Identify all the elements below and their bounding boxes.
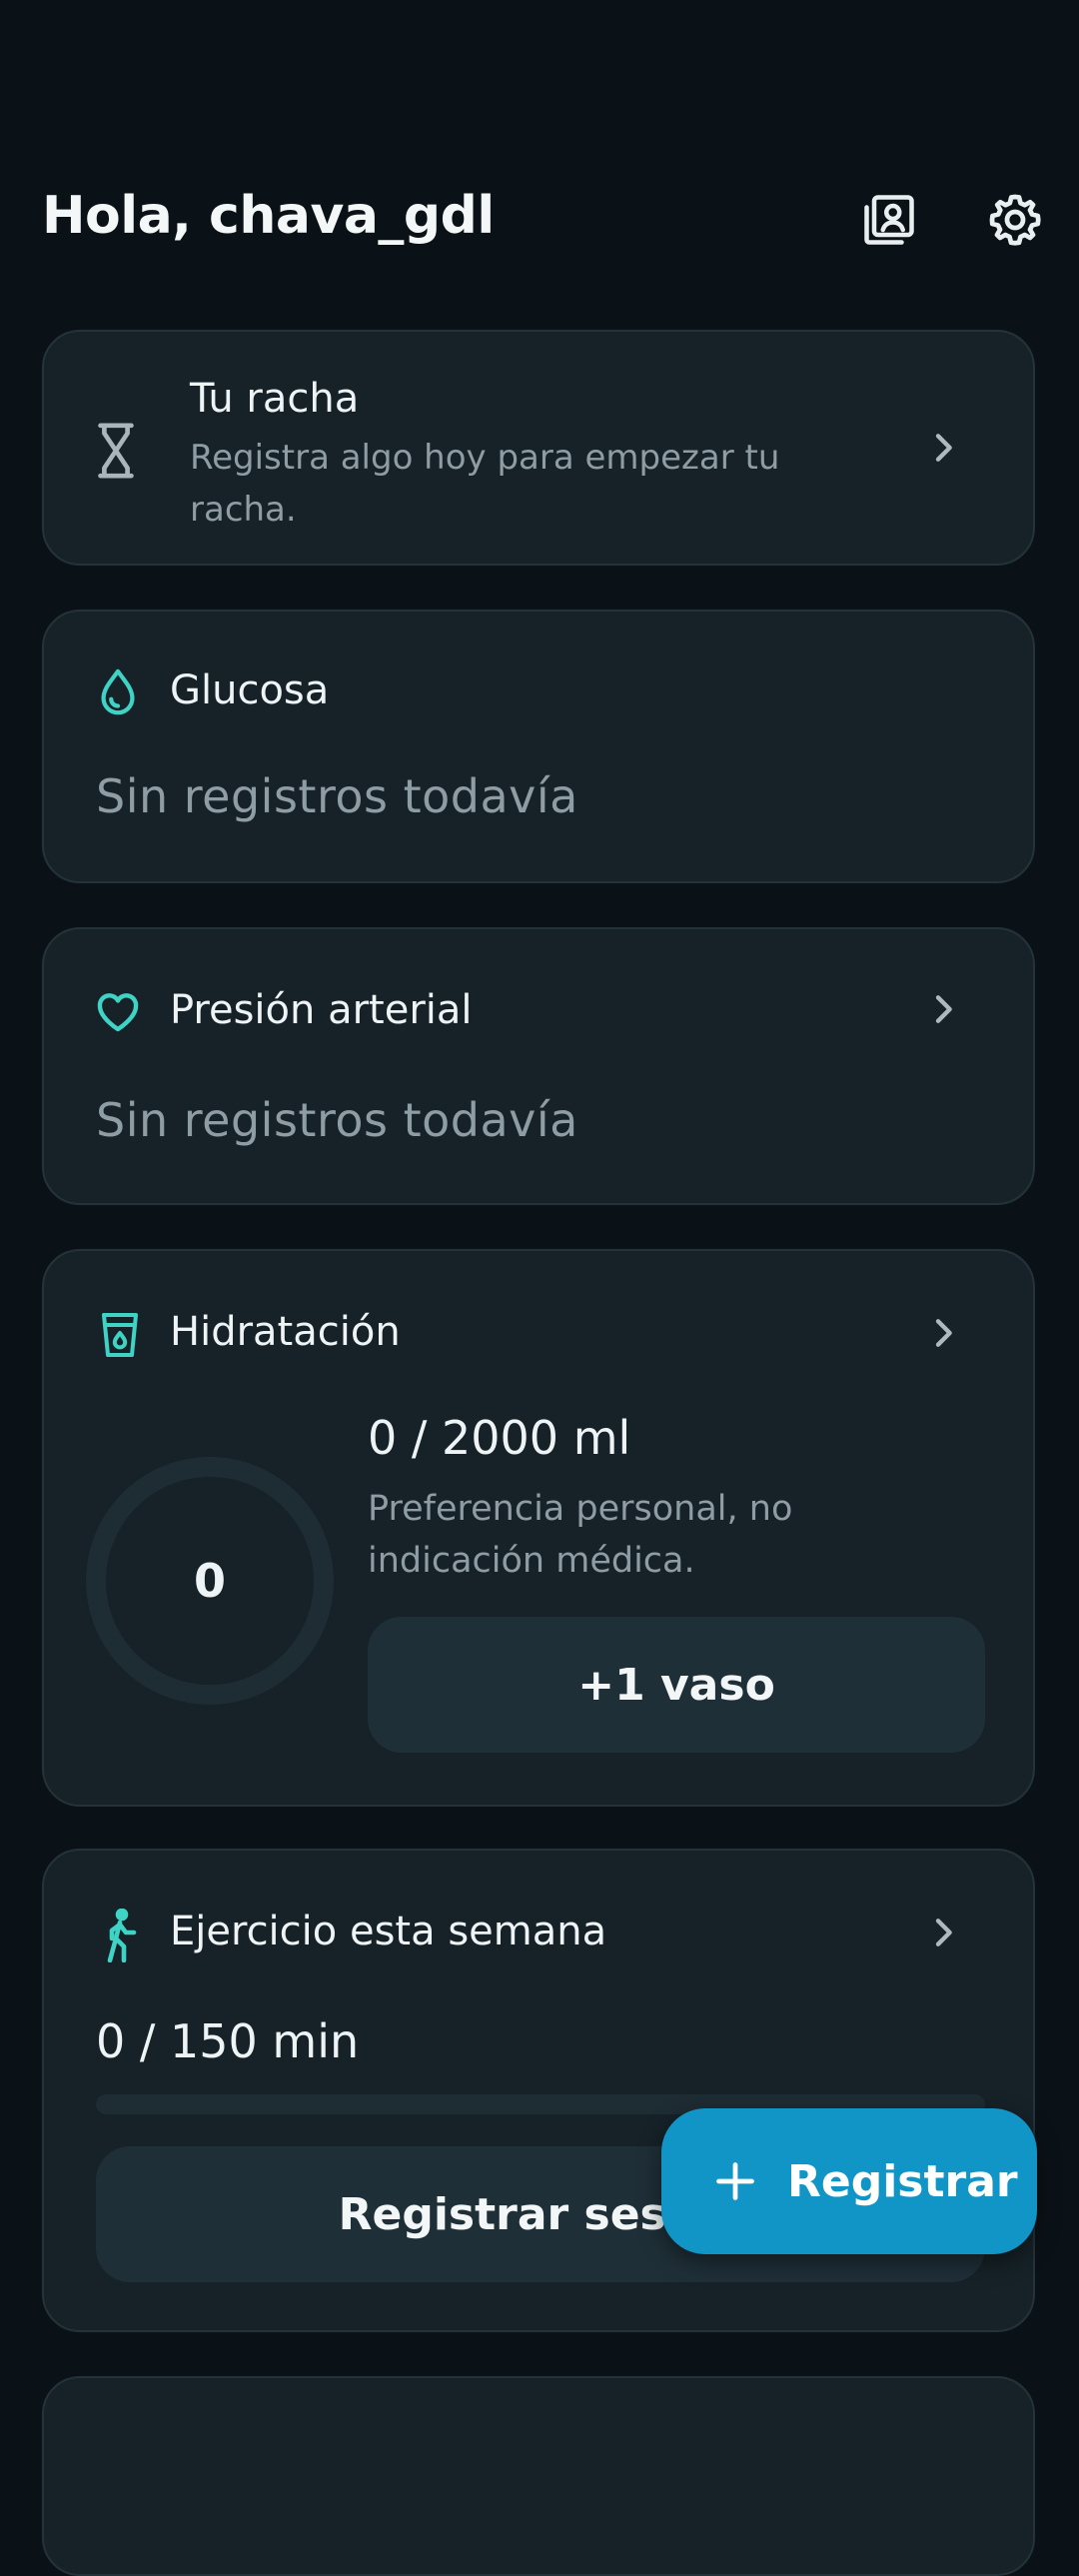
next-card[interactable] xyxy=(42,2376,1035,2576)
hydration-note: Preferencia personal, no indicación médi… xyxy=(368,1489,793,1581)
blood-pressure-title: Presión arterial xyxy=(170,987,473,1033)
register-fab[interactable]: Registrar xyxy=(661,2108,1037,2254)
heart-icon xyxy=(97,993,139,1032)
streak-title: Tu racha xyxy=(190,376,360,422)
exercise-title: Ejercicio esta semana xyxy=(170,1909,607,1954)
blood-pressure-card[interactable]: Presión arterial Sin registros todavía xyxy=(42,927,1035,1205)
hydration-card[interactable]: Hidratación 0 0 / 2000 ml Preferencia pe… xyxy=(42,1249,1035,1807)
chevron-right-icon xyxy=(935,434,952,462)
greeting-title: Hola, chava_gdl xyxy=(42,186,495,246)
streak-subtitle: Registra algo hoy para empezar tu racha. xyxy=(190,438,780,530)
chevron-right-icon xyxy=(935,1319,952,1347)
plus-icon xyxy=(716,2162,754,2200)
exercise-amount: 0 / 150 min xyxy=(96,2014,360,2068)
blood-pressure-empty-state: Sin registros todavía xyxy=(96,1093,578,1147)
drop-icon xyxy=(101,668,135,715)
settings-button[interactable] xyxy=(975,180,1055,260)
hydration-progress-ring: 0 xyxy=(84,1455,336,1707)
glass-icon xyxy=(102,1313,138,1357)
add-glass-button[interactable]: +1 vaso xyxy=(368,1617,985,1753)
register-fab-label: Registrar xyxy=(787,2155,1018,2207)
gear-icon xyxy=(989,194,1041,246)
app-header: Hola, chava_gdl xyxy=(0,0,1079,300)
hydration-title: Hidratación xyxy=(170,1309,401,1355)
streak-card[interactable]: Tu racha Registra algo hoy para empezar … xyxy=(42,330,1035,566)
profile-button[interactable] xyxy=(849,180,929,260)
glucose-empty-state: Sin registros todavía xyxy=(96,769,578,823)
glucose-card[interactable]: Glucosa Sin registros todavía xyxy=(42,610,1035,883)
walking-icon xyxy=(107,1909,137,1962)
hourglass-icon xyxy=(98,423,134,479)
chevron-right-icon xyxy=(935,995,952,1023)
profile-card-icon xyxy=(864,195,914,245)
exercise-card[interactable]: Ejercicio esta semana 0 / 150 min Regist… xyxy=(42,1849,1035,2332)
hydration-amount: 0 / 2000 ml xyxy=(368,1411,631,1465)
hydration-ring-value: 0 xyxy=(193,1554,226,1608)
chevron-right-icon xyxy=(935,1919,952,1946)
glucose-title: Glucosa xyxy=(170,667,330,713)
